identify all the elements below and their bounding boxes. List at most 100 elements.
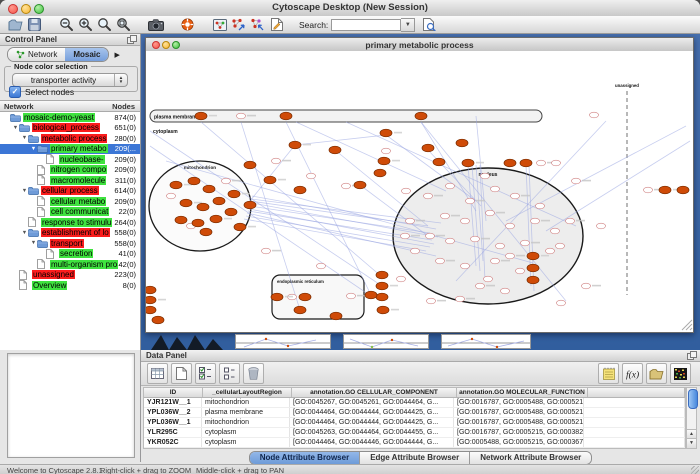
table-cell: mitochondrion — [202, 448, 290, 449]
disclosure-icon[interactable]: ▼ — [12, 125, 19, 131]
notepad-icon[interactable] — [598, 363, 619, 384]
table-row[interactable]: YJR121W__1mitochondrion[GO:0045267, GO:0… — [144, 398, 685, 408]
node-color-dropdown[interactable]: transporter activity ▲▼ — [12, 73, 128, 87]
tree-item-count: 651(0) — [114, 123, 140, 132]
column-header[interactable]: annotation.GO MOLECULAR_FUNCTION — [457, 388, 588, 397]
float-panel-icon[interactable] — [687, 353, 694, 360]
help-icon[interactable] — [178, 17, 197, 33]
main-toolbar: Search: ▼ — [0, 16, 700, 34]
tree-item[interactable]: ▼establishment of lo558(0) — [0, 228, 140, 239]
network-canvas[interactable]: plasma membranecytoplasmmitochondrionnuc… — [146, 51, 693, 332]
tab-network-attribute-browser[interactable]: Network Attribute Browser — [470, 452, 591, 464]
tree-item[interactable]: ▼cellular process614(0) — [0, 186, 140, 197]
tree-item[interactable]: macromolecule311(0) — [0, 175, 140, 186]
new-attribute-icon[interactable] — [171, 363, 192, 384]
zoom-selected-icon[interactable] — [95, 17, 114, 33]
zoom-out-icon[interactable] — [57, 17, 76, 33]
tree-item[interactable]: response to stimulu264(0) — [0, 217, 140, 228]
select-attributes-icon[interactable] — [195, 363, 216, 384]
scrollbar-thumb[interactable] — [688, 389, 698, 409]
advanced-search-icon[interactable] — [420, 17, 439, 33]
search-input[interactable] — [331, 19, 401, 31]
table-row[interactable]: YPL036W__2plasma membrane[GO:0044464, GO… — [144, 408, 685, 418]
resize-grip-icon[interactable] — [691, 466, 699, 474]
data-panel-title: Data Panel — [141, 350, 700, 362]
column-header[interactable]: ID — [144, 388, 203, 397]
formula-builder-icon[interactable]: f(x) — [622, 363, 643, 384]
attribute-table-header[interactable]: ID_cellularLayoutRegionannotation.GO CEL… — [144, 388, 685, 398]
tree-item[interactable]: mosaic-demo-yeast874(0) — [0, 112, 140, 123]
tree-item-label: multi-organism pro — [50, 260, 118, 269]
export-image-icon[interactable] — [146, 17, 165, 33]
tree-item-label: secretion — [59, 249, 93, 258]
tab-mosaic[interactable]: Mosaic — [65, 48, 108, 61]
disclosure-icon[interactable]: ▼ — [21, 188, 28, 194]
minimized-window[interactable] — [343, 334, 429, 349]
tree-item[interactable]: Overview8(0) — [0, 280, 140, 291]
search-dropdown-arrow[interactable]: ▼ — [401, 18, 415, 32]
network-tab-icon — [16, 50, 25, 59]
table-scrollbar[interactable]: ▲ ▼ — [686, 387, 697, 449]
data-panel: Data Panel f(x) ID_cellularLayoutRegiona… — [141, 350, 700, 462]
tree-item[interactable]: ▼transport558(0) — [0, 238, 140, 249]
tree-item[interactable]: unassigned223(0) — [0, 270, 140, 281]
delete-attribute-icon[interactable] — [243, 363, 264, 384]
tab-network[interactable]: Network — [8, 48, 65, 61]
data-panel-toolbar: f(x) — [141, 362, 700, 386]
tree-item-label: nitrogen compo — [50, 165, 107, 174]
scroll-down-icon[interactable]: ▼ — [687, 438, 696, 448]
file-icon — [37, 165, 50, 175]
minimized-window[interactable] — [235, 334, 331, 349]
tree-item[interactable]: cell communicat22(0) — [0, 207, 140, 218]
zoom-fit-icon[interactable] — [114, 17, 133, 33]
tree-item[interactable]: ▼metabolic process280(0) — [0, 133, 140, 144]
table-cell: [GO:0005488, GO:0005215, GO:0003674] — [454, 438, 584, 447]
table-row[interactable]: YDR039C__1mitochondrion[GO:0044464, GO:0… — [144, 448, 685, 449]
birds-eye-view[interactable] — [7, 353, 135, 458]
disclosure-icon[interactable]: ▼ — [21, 135, 28, 141]
tree-item-label: transport — [50, 239, 84, 248]
tree-item-label: establishment of lo — [41, 228, 110, 237]
more-tabs-arrow-icon[interactable]: ▶ — [114, 51, 119, 59]
tab-edge-attribute-browser[interactable]: Edge Attribute Browser — [360, 452, 470, 464]
tree-item[interactable]: secretion41(0) — [0, 249, 140, 260]
tree-item[interactable]: cellular metabo209(0) — [0, 196, 140, 207]
import-attributes-icon[interactable] — [646, 363, 667, 384]
list-attributes-icon[interactable] — [219, 363, 240, 384]
disclosure-icon[interactable]: ▼ — [30, 240, 37, 246]
open-session-icon[interactable] — [6, 17, 25, 33]
table-cell: [GO:0016787, GO:0005215, GO:0003824, G..… — [454, 428, 584, 437]
network-frame-titlebar[interactable]: primary metabolic process — [146, 38, 693, 52]
folder-icon — [28, 186, 41, 195]
table-cell: [GO:0044464, GO:0044444, GO:0044425, G..… — [290, 408, 454, 417]
filters-icon[interactable] — [248, 17, 267, 33]
attribute-matrix-icon[interactable] — [670, 363, 691, 384]
tree-item[interactable]: multi-organism pro42(0) — [0, 259, 140, 270]
annotations-icon[interactable] — [267, 17, 286, 33]
column-header[interactable]: annotation.GO CELLULAR_COMPONENT — [292, 388, 457, 397]
zoom-in-icon[interactable] — [76, 17, 95, 33]
table-cell: [GO:0016787, GO:0005488, GO:0005215, G..… — [454, 398, 584, 407]
tree-item[interactable]: ▼biological_process651(0) — [0, 123, 140, 134]
float-panel-icon[interactable] — [127, 37, 134, 44]
tab-node-attribute-browser[interactable]: Node Attribute Browser — [250, 452, 361, 464]
table-row[interactable]: YLR295Ccytoplasm[GO:0045263, GO:0044464,… — [144, 428, 685, 438]
network-view-frame[interactable]: primary metabolic process plasma membran… — [145, 37, 694, 333]
disclosure-icon[interactable]: ▼ — [21, 230, 28, 236]
attribute-table[interactable]: ID_cellularLayoutRegionannotation.GO CEL… — [143, 387, 686, 449]
tree-item[interactable]: nitrogen compo209(0) — [0, 165, 140, 176]
table-row[interactable]: YKR052Ccytoplasm[GO:0044464, GO:0044446,… — [144, 438, 685, 448]
table-row[interactable]: YPL036W__1mitochondrion[GO:0044464, GO:0… — [144, 418, 685, 428]
app-titlebar[interactable]: Cytoscape Desktop (New Session) — [0, 0, 700, 17]
disclosure-icon[interactable]: ▼ — [30, 146, 37, 152]
save-session-icon[interactable] — [25, 17, 44, 33]
folder-icon — [37, 239, 50, 248]
tree-item[interactable]: nucleobase-209(0) — [0, 154, 140, 165]
manage-networks-icon[interactable] — [210, 17, 229, 33]
column-header[interactable]: _cellularLayoutRegion — [203, 388, 292, 397]
vizmapper-icon[interactable] — [229, 17, 248, 33]
minimized-window[interactable] — [441, 334, 531, 349]
select-nodes-checkbox[interactable]: ✓ — [9, 86, 21, 98]
attribute-table-icon[interactable] — [147, 363, 168, 384]
tree-item[interactable]: ▼primary metabo209(... — [0, 144, 140, 155]
